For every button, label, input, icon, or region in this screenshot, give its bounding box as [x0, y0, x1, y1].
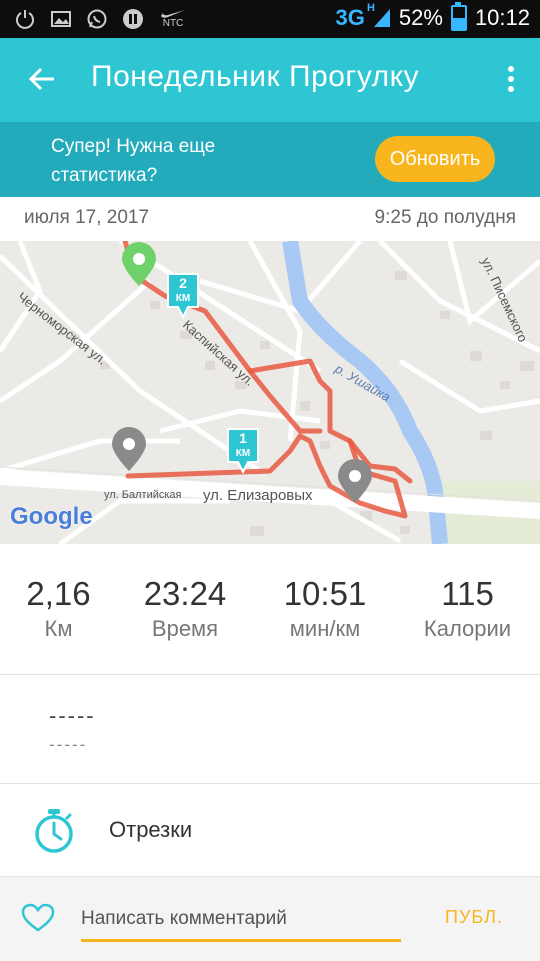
- upgrade-button[interactable]: Обновить: [375, 136, 495, 182]
- splits-row[interactable]: Отрезки: [0, 784, 540, 876]
- heart-outline-icon[interactable]: [21, 903, 55, 933]
- splits-label: Отрезки: [109, 817, 193, 842]
- stat-calories: 115 Калории: [423, 575, 512, 641]
- km-marker-1-label: 1 КМ: [235, 430, 251, 460]
- notes-title: -----: [49, 703, 96, 728]
- km-marker-2-label: 2 КМ: [175, 275, 191, 305]
- comment-bar: ПУБЛ.: [0, 876, 540, 961]
- upgrade-banner: Супер! Нужна еще статистика? Обновить: [0, 122, 540, 197]
- battery-icon: [450, 2, 467, 31]
- power-icon: [14, 8, 36, 30]
- stat-distance: 2,16 Км: [26, 575, 91, 641]
- app-bar: Понедельник Прогулку: [0, 38, 540, 122]
- stat-time: 23:24 Время: [143, 575, 227, 641]
- comment-input[interactable]: [81, 899, 401, 942]
- activity-notes[interactable]: ----- -----: [0, 675, 540, 784]
- route-map[interactable]: 2 КМ 1 КМ Черноморская ул. Каспийская ул. …: [0, 241, 540, 544]
- network-indicator: 3G H: [335, 2, 375, 30]
- street-label: ул. Балтийская: [104, 489, 182, 501]
- street-label: ул. Елизаровых: [203, 487, 313, 504]
- activity-date-bar: июля 17, 2017 9:25 до полудня: [0, 197, 540, 241]
- activity-stats: 2,16 Км 23:24 Время 10:51 мин/км 115 Кал…: [0, 544, 540, 675]
- start-pin[interactable]: [122, 242, 156, 286]
- whatsapp-icon: [86, 8, 108, 30]
- battery-percent: 52%: [398, 5, 443, 30]
- more-vertical-icon[interactable]: [506, 66, 516, 96]
- publish-button[interactable]: ПУБЛ.: [445, 907, 503, 928]
- stopwatch-icon: [32, 806, 76, 856]
- notes-subtitle: -----: [49, 735, 88, 754]
- activity-date: июля 17, 2017: [24, 207, 150, 228]
- page-title: Понедельник Прогулку: [91, 60, 420, 93]
- status-bar: NTC 3G H 52% 10:12: [0, 0, 540, 38]
- activity-time: 9:25 до полудня: [374, 207, 516, 228]
- clock: 10:12: [474, 5, 530, 30]
- upgrade-text: Супер! Нужна еще статистика?: [51, 136, 216, 186]
- signal-icon: [373, 9, 390, 27]
- nike-icon: NTC: [158, 8, 188, 30]
- pause-icon: [122, 8, 144, 30]
- image-icon: [50, 8, 72, 30]
- stat-pace: 10:51 мин/км: [283, 575, 367, 641]
- finish-pin[interactable]: [111, 426, 147, 471]
- google-logo: Google: [10, 503, 93, 530]
- arrow-left-icon[interactable]: [26, 62, 60, 96]
